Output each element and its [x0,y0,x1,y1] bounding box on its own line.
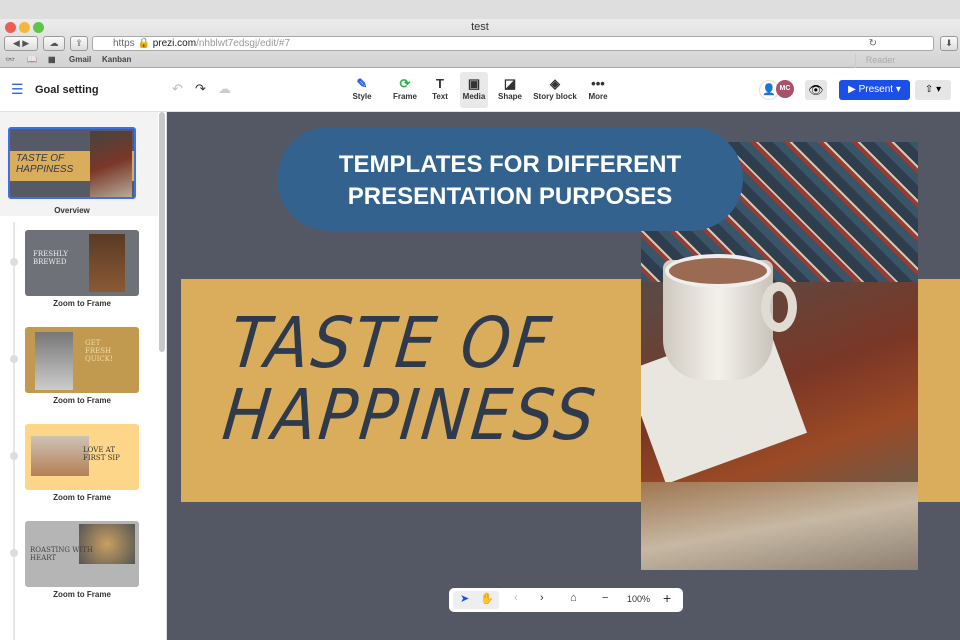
media-icon: ▣ [467,76,481,91]
tool-style[interactable]: ✎ Style [350,76,374,101]
next-icon[interactable]: › [540,592,544,604]
canvas[interactable]: TASTE OF HAPPINESS TEMPLATES FOR DIFFEREN… [167,112,960,640]
top-strip [0,0,960,19]
tool-text[interactable]: T Text [428,76,452,101]
url-scheme: https [113,38,135,49]
tray-image [641,482,918,570]
tool-label: Frame [392,92,417,101]
zoom-level: 100% [627,594,651,604]
redo-icon[interactable]: ↷ [195,81,206,97]
previous-icon[interactable]: ‹ [514,592,518,604]
reload-icon[interactable]: ↻ [869,37,877,50]
zoom-to-frame-label[interactable]: Zoom to Frame [25,299,139,308]
frame-thumbnail-3[interactable]: LOVE AT FIRST SIP [25,424,139,490]
cup-handle [761,282,797,332]
url-path: /nhblwt7edsgj/edit/#7 [196,38,291,49]
tool-story-block[interactable]: ◈ Story block [532,76,578,101]
tool-frame[interactable]: ⟳ Frame [391,76,419,101]
zoom-out-icon[interactable]: − [602,592,608,604]
bookmarks-icon[interactable]: 📖 [27,55,37,64]
layers-icon: ◈ [550,76,560,91]
text-icon: T [436,76,444,91]
banner-pill: TEMPLATES FOR DIFFERENT PRESENTATION PURP… [277,127,743,231]
tool-label: Style [352,92,372,101]
share-export-button[interactable]: ⇧ ▾ [915,80,951,100]
banner-line1: TEMPLATES FOR DIFFERENT [338,151,682,178]
zoom-to-frame-label[interactable]: Zoom to Frame [25,493,139,502]
share-icon[interactable]: ⇪ [70,36,88,51]
pan-hand-icon[interactable]: ✋ [480,592,494,605]
frame-dot [10,258,18,266]
reading-list-icon[interactable]: 👓 [5,55,15,64]
tool-label: Story block [533,92,577,101]
downloads-icon[interactable]: ⬇ [940,36,958,51]
cloud-saved-icon: ☁ [218,81,231,96]
menu-icon[interactable]: ☰ [11,81,24,98]
sidebar-scrollbar[interactable] [159,112,165,352]
zoom-to-frame-label[interactable]: Zoom to Frame [25,590,139,599]
zoom-in-icon[interactable]: + [663,590,671,606]
app-header: ☰ Goal setting ↶ ↷ ☁ ✎ Style ⟳ Frame T Text… [0,68,960,112]
bookmarks-bar: 👓 📖 ▦ Gmail Kanban [0,53,960,68]
tool-label: More [588,92,608,101]
tool-shape[interactable]: ◪ Shape [496,76,524,101]
preview-eye-icon[interactable]: 👁 [805,80,827,100]
tool-label: Shape [497,92,522,101]
zoom-toolbar: ➤ ✋ ‹ › ⌂ − 100% + [449,588,683,612]
banner-line2: PRESENTATION PURPOSES [347,183,673,210]
address-bar[interactable]: https 🔒 prezi.com/nhblwt7edsgj/edit/#7 ↻… [92,36,934,69]
tool-label: Text [432,92,448,101]
frame-dot [10,452,18,460]
overview-label: Overview [54,206,90,215]
window-title: test [471,21,489,33]
tool-label: Media [462,92,486,101]
present-button[interactable]: ▶ Present ▾ [839,80,910,100]
undo-icon[interactable]: ↶ [172,81,183,97]
frame-thumbnail-1[interactable]: FRESHLY BREWED [25,230,139,296]
bookmark-gmail[interactable]: Gmail [69,55,91,64]
frame-icon: ⟳ [399,76,411,91]
tool-media[interactable]: ▣ Media [460,72,488,108]
pen-icon: ✎ [356,76,368,91]
frame-title: GET FRESH QUICK! [85,339,113,363]
avatar[interactable]: MC [776,80,794,98]
overview-title: TASTE OF HAPPINESS [16,153,74,175]
browser-chrome: test ◀ ▶ ☁ ⇪ https 🔒 prezi.com/nhblwt7ed… [0,19,960,69]
cocoa-image [665,254,771,288]
slide-title[interactable]: TASTE OF HAPPINESS [218,302,608,456]
document-title[interactable]: Goal setting [35,84,99,96]
bookmark-kanban[interactable]: Kanban [102,55,131,64]
tool-more[interactable]: ••• More [586,76,610,101]
frame-title: FRESHLY BREWED [33,250,68,266]
zoom-to-frame-label[interactable]: Zoom to Frame [25,396,139,405]
present-label: Present [858,84,894,95]
frame-thumbnail-4[interactable]: ROASTING WITH HEART [25,521,139,587]
frame-dot [10,549,18,557]
url-host: prezi.com [152,38,197,49]
frame-title: ROASTING WITH HEART [30,546,93,562]
timeline-line [13,222,15,640]
frame-dot [10,355,18,363]
more-icon: ••• [591,76,605,91]
home-icon[interactable]: ⌂ [570,592,577,604]
frame-thumbnail-2[interactable]: GET FRESH QUICK! [25,327,139,393]
apps-grid-icon[interactable]: ▦ [48,55,56,64]
select-pointer-icon[interactable]: ➤ [460,592,469,605]
slide-title-line2: HAPPINESS [218,374,602,456]
back-forward-button[interactable]: ◀ ▶ [4,36,38,51]
sidebar: TASTE OF HAPPINESS Overview FRESHLY BREW… [0,112,167,640]
slide-title-line1: TASTE OF [226,302,557,384]
shape-icon: ◪ [503,76,517,91]
overview-thumbnail[interactable]: TASTE OF HAPPINESS [8,127,136,199]
frame-title: LOVE AT FIRST SIP [83,446,120,462]
icloud-icon[interactable]: ☁ [43,36,65,51]
